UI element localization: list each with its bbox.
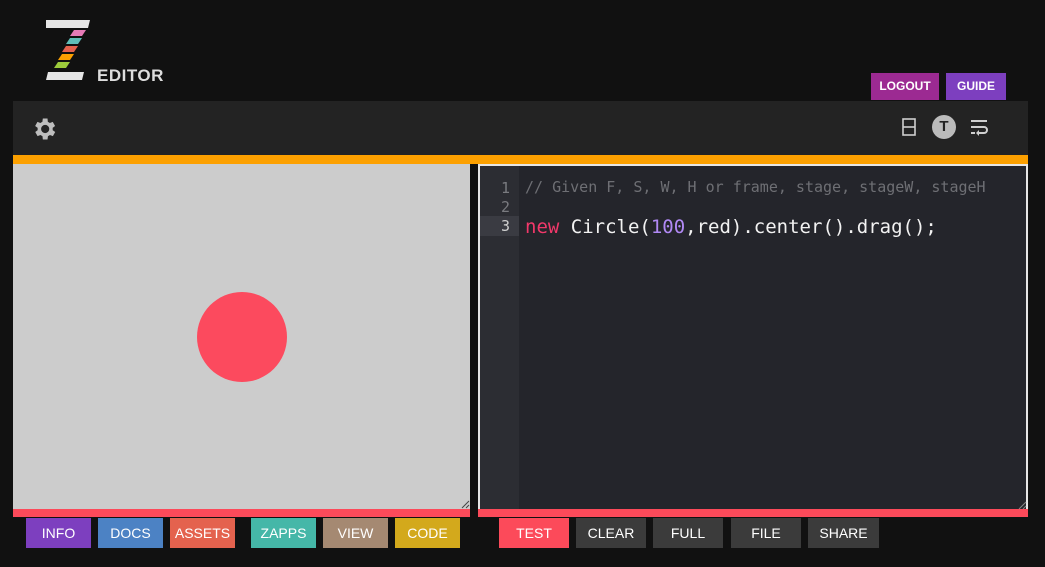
word-wrap-icon[interactable] [969,117,989,137]
logout-button[interactable]: LOGOUT [871,73,939,100]
file-button[interactable]: FILE [731,518,801,548]
theme-toggle-icon[interactable]: T [932,115,956,139]
toolbar [13,101,1028,155]
code-button[interactable]: CODE [395,518,460,548]
toolbar-accent-bar [13,155,1028,164]
code-editor[interactable]: 1 2 3 // Given F, S, W, H or frame, stag… [478,164,1028,511]
line-number: 3 [500,217,510,235]
code-text: ,red).center().drag(); [685,216,937,238]
code-line[interactable]: new Circle(100,red).center().drag(); [525,216,937,238]
zapps-button[interactable]: ZAPPS [251,518,316,548]
resize-handle-icon[interactable] [460,499,470,509]
test-button[interactable]: TEST [499,518,569,548]
stage-accent-bar [13,509,470,517]
gear-icon[interactable] [30,115,58,143]
code-keyword: new [525,216,560,238]
line-number: 1 [500,179,510,197]
full-button[interactable]: FULL [653,518,723,548]
assets-button[interactable]: ASSETS [170,518,235,548]
info-button[interactable]: INFO [26,518,91,548]
clear-button[interactable]: CLEAR [576,518,646,548]
line-number-gutter: 1 2 3 [480,166,519,509]
red-circle[interactable] [197,292,287,382]
split-view-icon[interactable] [902,118,916,136]
guide-button[interactable]: GUIDE [946,73,1006,100]
logo-wordmark: EDITOR [97,66,164,85]
code-comment-line[interactable]: // Given F, S, W, H or frame, stage, sta… [525,178,986,196]
share-button[interactable]: SHARE [808,518,879,548]
view-button[interactable]: VIEW [323,518,388,548]
code-number: 100 [650,216,686,238]
editor-accent-bar [478,509,1028,517]
docs-button[interactable]: DOCS [98,518,163,548]
code-text: Circle( [559,216,651,238]
line-number: 2 [500,198,510,216]
